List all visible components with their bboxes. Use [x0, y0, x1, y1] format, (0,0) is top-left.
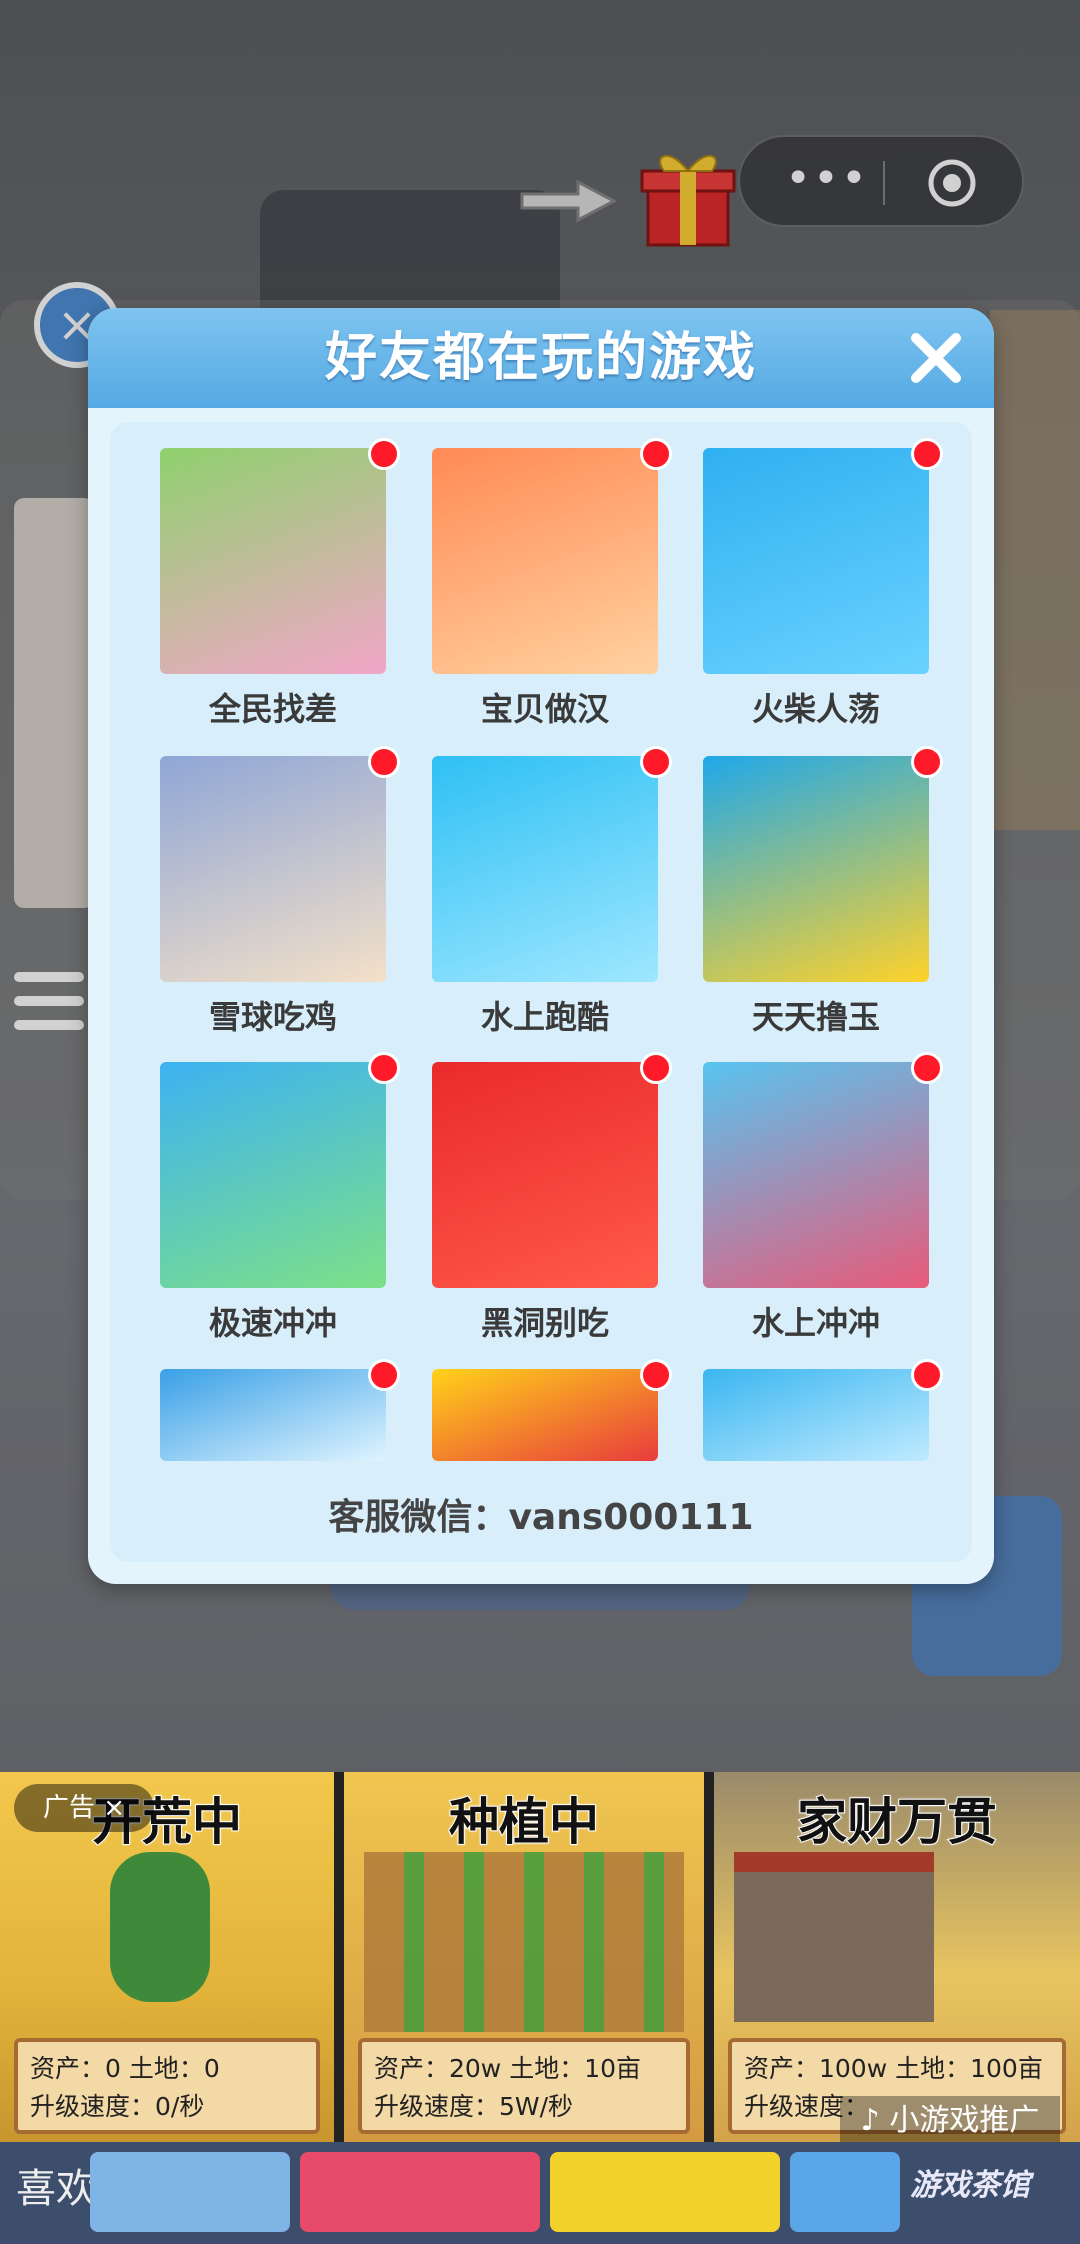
notification-dot: [368, 746, 400, 778]
corn-icon[interactable]: [703, 756, 929, 982]
game-label: 火柴人荡: [751, 690, 880, 728]
find-difference-icon[interactable]: [160, 448, 386, 674]
ad-card-title: 种植中: [448, 1792, 600, 1852]
characters-icon[interactable]: [160, 756, 386, 982]
ad-tree: [110, 1852, 210, 2002]
notification-dot: [368, 1052, 400, 1084]
game-label: 极速冲冲: [208, 1304, 337, 1342]
ad-card-assets: 资产：20w 土地：10亩: [374, 2054, 642, 2083]
notification-dot: [640, 746, 672, 778]
customer-service-text: 客服微信：vans000111: [328, 1497, 754, 1538]
game-label: 水上跑酷: [480, 998, 609, 1036]
black-hole-icon[interactable]: [432, 1062, 658, 1288]
notification-dot: [640, 1052, 672, 1084]
ad-field: [364, 1852, 684, 2032]
ice-icon[interactable]: [160, 1369, 386, 1461]
burger-icon[interactable]: [432, 448, 658, 674]
bottom-thumb[interactable]: [550, 2152, 780, 2232]
water-run-icon[interactable]: [432, 756, 658, 982]
blocks-icon[interactable]: [432, 1369, 658, 1461]
notification-dot: [911, 438, 943, 470]
popup-title: 好友都在玩的游戏: [324, 328, 757, 388]
notification-dot: [911, 1052, 943, 1084]
game-label: 天天撸玉: [751, 998, 880, 1036]
ad-card-speed: 升级速度：0/秒: [30, 2092, 205, 2121]
ad-card-assets: 资产：100w 土地：100亩: [744, 2054, 1043, 2083]
race-icon[interactable]: [160, 1062, 386, 1288]
notification-dot: [368, 1359, 400, 1391]
stickman-swing-icon[interactable]: [703, 448, 929, 674]
ad-card-title: 家财万贯: [796, 1792, 998, 1852]
watermark: 游戏茶馆: [910, 2168, 1030, 2203]
game-label: 雪球吃鸡: [208, 998, 337, 1036]
close-icon[interactable]: [904, 326, 968, 390]
ad-card[interactable]: 家财万贯 资产：100w 土地：100亩 升级速度：: [714, 1772, 1080, 2142]
ad-card[interactable]: 种植中 资产：20w 土地：10亩 升级速度：5W/秒: [344, 1772, 704, 2142]
bottom-thumb[interactable]: [300, 2152, 540, 2232]
notification-dot: [640, 438, 672, 470]
ad-banner[interactable]: 开荒中 资产：0 土地：0 升级速度：0/秒 种植中 资产：20w 土地：10亩…: [0, 1772, 1080, 2142]
game-label: 黑洞别吃: [480, 1304, 609, 1342]
ad-card-assets: 资产：0 土地：0: [30, 2054, 220, 2083]
ad-card-info: 资产：0 土地：0 升级速度：0/秒: [14, 2038, 320, 2134]
stickman-icon[interactable]: [703, 1369, 929, 1461]
game-label: 水上冲冲: [751, 1304, 880, 1342]
ad-house: [734, 1852, 934, 2022]
slide-icon[interactable]: [703, 1062, 929, 1288]
ad-card-info: 资产：20w 土地：10亩 升级速度：5W/秒: [358, 2038, 690, 2134]
notification-dot: [911, 746, 943, 778]
game-label: 宝贝做汉: [480, 690, 609, 728]
friends-games-popup: 好友都在玩的游戏 全民找差 宝贝做汉 火柴人荡雪球吃鸡 水上跑酷 天天撸玉极速冲冲 黑洞别…: [88, 308, 994, 1584]
bottom-thumb[interactable]: [90, 2152, 290, 2232]
bottom-thumb[interactable]: [790, 2152, 900, 2232]
notification-dot: [640, 1359, 672, 1391]
mini-game-promo[interactable]: ♪ 小游戏推广: [840, 2096, 1060, 2146]
game-label: 全民找差: [208, 690, 337, 728]
bottom-text: 喜欢: [16, 2166, 96, 2212]
notification-dot: [368, 438, 400, 470]
notification-dot: [911, 1359, 943, 1391]
ad-close-label[interactable]: 广告 ×: [14, 1784, 154, 1832]
ad-card-speed: 升级速度：5W/秒: [374, 2092, 574, 2121]
